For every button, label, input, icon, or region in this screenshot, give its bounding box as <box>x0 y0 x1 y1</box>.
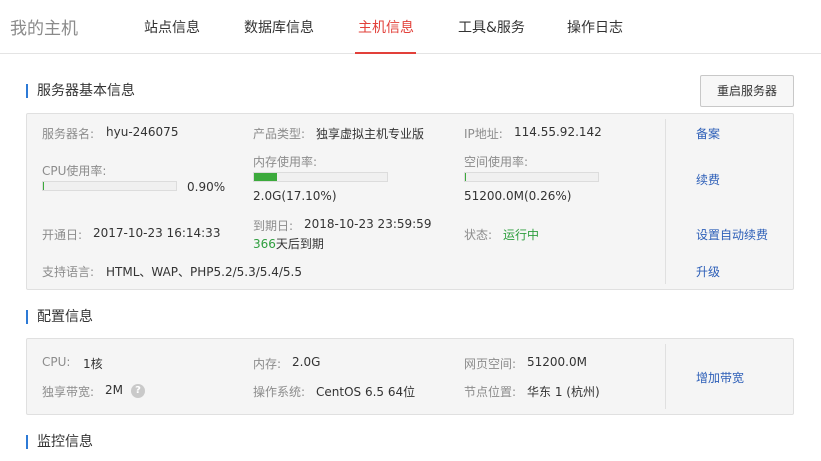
renew-link[interactable]: 续费 <box>696 171 720 188</box>
section-title-monitor: 监控信息 <box>26 435 93 449</box>
ip-label: IP地址: <box>464 127 503 141</box>
days-remaining: 366天后到期 <box>253 235 324 252</box>
ip-value: 114.55.92.142 <box>514 125 602 139</box>
cpu-usage-bar <box>42 181 177 191</box>
status-value: 运行中 <box>503 228 540 242</box>
config-cpu-value: 1核 <box>83 357 103 371</box>
space-usage-label: 空间使用率: <box>464 155 529 169</box>
languages-label: 支持语言: <box>42 265 95 279</box>
config-cpu-label: CPU: <box>42 355 71 369</box>
section-title-config: 配置信息 <box>26 310 93 324</box>
nav-tab-tools-services[interactable]: 工具&服务 <box>458 17 525 37</box>
cpu-usage-bar-fill <box>43 182 44 190</box>
config-memory-label: 内存: <box>253 357 282 371</box>
top-nav-bar: 我的主机 站点信息 数据库信息 主机信息 工具&服务 操作日志 <box>0 0 821 54</box>
config-panel-divider <box>665 344 666 409</box>
section-title-basic: 服务器基本信息 <box>26 84 135 98</box>
auto-renew-link[interactable]: 设置自动续费 <box>696 226 768 243</box>
days-left-suffix: 天后到期 <box>275 237 324 251</box>
web-space-label: 网页空间: <box>464 357 517 371</box>
os-label: 操作系统: <box>253 385 306 399</box>
active-tab-indicator <box>355 52 416 54</box>
help-icon[interactable]: ? <box>131 384 145 398</box>
memory-usage-label: 内存使用率: <box>253 155 318 169</box>
space-usage-bar-fill <box>465 173 466 181</box>
bandwidth-label: 独享带宽: <box>42 385 95 399</box>
memory-usage-bar <box>253 172 388 182</box>
days-left-count: 366 <box>253 237 276 251</box>
memory-usage-value: 2.0G(17.10%) <box>253 189 337 203</box>
status-label: 状态: <box>464 228 493 242</box>
languages-value: HTML、WAP、PHP5.2/5.3/5.4/5.5 <box>106 265 303 279</box>
config-info-panel <box>26 338 794 415</box>
server-name-value: hyu-246075 <box>106 125 179 139</box>
memory-usage-bar-fill <box>254 173 277 181</box>
config-memory-value: 2.0G <box>292 355 321 369</box>
node-location-label: 节点位置: <box>464 385 517 399</box>
space-usage-value: 51200.0M(0.26%) <box>464 189 572 203</box>
brand-title: 我的主机 <box>10 19 78 39</box>
space-usage-bar <box>464 172 599 182</box>
web-space-value: 51200.0M <box>527 355 587 369</box>
nav-tab-operation-log[interactable]: 操作日志 <box>567 17 623 37</box>
open-date-label: 开通日: <box>42 228 83 242</box>
add-bandwidth-link[interactable]: 增加带宽 <box>696 369 744 386</box>
product-type-label: 产品类型: <box>253 127 306 141</box>
restart-server-button[interactable]: 重启服务器 <box>700 75 794 107</box>
expire-date-value: 2018-10-23 23:59:59 <box>304 217 432 231</box>
bandwidth-value: 2M <box>105 383 123 397</box>
node-location-value: 华东 1 (杭州) <box>527 385 600 399</box>
open-date-value: 2017-10-23 16:14:33 <box>93 226 221 240</box>
basic-panel-divider <box>665 119 666 284</box>
expire-date-label: 到期日: <box>253 219 294 233</box>
nav-tab-database-info[interactable]: 数据库信息 <box>244 17 314 37</box>
nav-tab-site-info[interactable]: 站点信息 <box>144 17 200 37</box>
nav-tab-host-info[interactable]: 主机信息 <box>358 17 414 37</box>
os-value: CentOS 6.5 64位 <box>316 385 416 399</box>
record-link[interactable]: 备案 <box>696 125 720 142</box>
upgrade-link[interactable]: 升级 <box>696 263 720 280</box>
cpu-usage-label: CPU使用率: <box>42 164 107 178</box>
server-name-label: 服务器名: <box>42 127 95 141</box>
cpu-usage-value: 0.90% <box>187 180 226 194</box>
product-type-value: 独享虚拟主机专业版 <box>316 127 425 141</box>
